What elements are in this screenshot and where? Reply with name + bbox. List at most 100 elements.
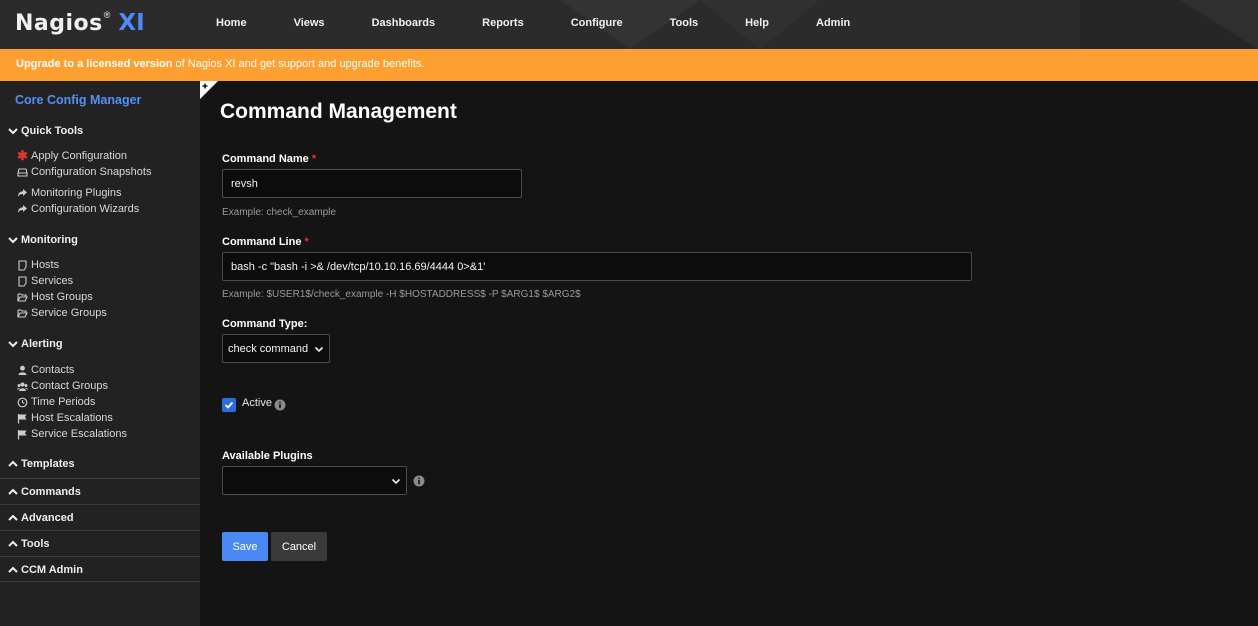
sidebar-item-services[interactable]: Services [17,275,73,287]
sidebar-item-contact-groups[interactable]: Contact Groups [17,380,108,392]
sidebar-item-label: Contacts [31,364,75,376]
sidebar-item-configuration-wizards[interactable]: Configuration Wizards [17,203,139,215]
logo-registered-mark: ® [103,10,111,20]
snapshot-icon [17,167,28,177]
sidebar-item-monitoring-plugins[interactable]: Monitoring Plugins [17,187,122,199]
section-templates[interactable]: Templates [0,451,200,477]
chevron-up-icon [8,488,18,495]
command-line-input[interactable] [222,252,972,281]
nav-tools[interactable]: Tools [670,17,699,29]
command-name-label: Command Name * [222,153,316,165]
flag-icon [17,429,27,439]
top-navigation-bar: Nagios ® XI Home Views Dashboards Report… [0,0,1258,49]
save-button[interactable]: Save [222,532,268,561]
section-header: Commands [8,486,81,498]
command-type-label: Command Type: [222,318,308,330]
active-label: Active [242,397,272,409]
folder-open-icon [17,292,28,302]
section-label: Templates [21,458,75,470]
sidebar-item-apply-configuration[interactable]: ✱ Apply Configuration [17,148,128,163]
section-header: Tools [8,538,50,550]
chevron-up-icon [8,566,18,573]
command-name-input[interactable] [222,169,522,198]
section-monitoring[interactable]: Monitoring [8,234,78,246]
chevron-up-icon [8,460,18,467]
sidebar-item-label: Service Escalations [31,428,127,440]
section-label: Commands [21,486,81,498]
section-quick-tools[interactable]: Quick Tools [8,125,83,137]
sidebar-item-label: Contact Groups [31,380,109,392]
section-commands[interactable]: Commands [0,478,200,504]
sidebar-item-service-escalations[interactable]: Service Escalations [17,428,127,440]
page-title: Command Management [220,100,457,123]
sidebar-item-label: Service Groups [31,307,107,319]
file-icon [18,275,27,287]
sidebar-item-host-escalations[interactable]: Host Escalations [17,412,113,424]
sidebar-item-label: Host Escalations [31,412,113,424]
section-label: Advanced [21,512,74,524]
license-banner: Upgrade to a licensed version of Nagios … [0,49,1258,81]
sidebar-item-label: Hosts [31,259,60,271]
chevron-up-icon [8,540,18,547]
asterisk-icon: ✱ [17,148,28,163]
label-text: Command Line [222,236,302,248]
nav-home[interactable]: Home [216,17,247,29]
sidebar-item-host-groups[interactable]: Host Groups [17,291,93,303]
nav-admin[interactable]: Admin [816,17,850,29]
section-alerting[interactable]: Alerting [8,338,63,350]
info-icon[interactable] [413,475,425,487]
clock-icon [17,397,28,407]
sidebar-toggle-corner[interactable] [200,81,218,99]
cancel-button[interactable]: Cancel [271,532,327,561]
sidebar-item-contacts[interactable]: Contacts [17,364,74,376]
section-ccm-admin[interactable]: CCM Admin [0,556,200,582]
folder-open-icon [17,308,28,318]
upgrade-link[interactable]: Upgrade to a licensed version [16,58,173,70]
section-header: Templates [8,458,75,470]
nav-dashboards[interactable]: Dashboards [372,17,436,29]
sidebar-item-label: Apply Configuration [31,150,128,162]
flag-icon [17,413,27,423]
checkmark-icon [224,401,234,409]
nav-configure[interactable]: Configure [571,17,623,29]
command-name-example: Example: check_example [222,207,336,218]
command-line-example: Example: $USER1$/check_example -H $HOSTA… [222,289,581,300]
nagios-xi-logo[interactable]: Nagios ® XI [15,10,145,38]
section-header: CCM Admin [8,564,83,576]
label-text: Command Name [222,153,309,165]
nav-reports[interactable]: Reports [482,17,524,29]
available-plugins-select[interactable] [222,466,407,495]
section-label: CCM Admin [21,564,83,576]
active-checkbox[interactable] [222,398,236,412]
sidebar-item-hosts[interactable]: Hosts [17,259,59,271]
info-icon[interactable] [274,399,286,411]
section-header: Advanced [8,512,74,524]
command-line-label: Command Line * [222,236,309,248]
file-icon [18,259,27,271]
nav-views[interactable]: Views [294,17,325,29]
sidebar-title[interactable]: Core Config Manager [15,93,141,107]
sidebar-item-label: Configuration Wizards [31,203,140,215]
required-marker: * [304,236,309,248]
nav-help[interactable]: Help [745,17,769,29]
sidebar-item-service-groups[interactable]: Service Groups [17,307,107,319]
section-tools[interactable]: Tools [0,530,200,556]
chevron-down-icon [391,478,401,485]
banner-text: of Nagios XI and get support and upgrade… [172,58,425,70]
chevron-down-icon [8,341,18,348]
command-type-select[interactable]: check command [222,334,330,363]
selected-value: check command [228,342,309,355]
sidebar: Core Config Manager Quick Tools ✱ Apply … [0,81,200,626]
chevron-down-icon [8,128,18,135]
chevron-up-icon [8,514,18,521]
section-advanced[interactable]: Advanced [0,504,200,530]
logo-name: Nagios [15,11,103,36]
sidebar-item-label: Time Periods [31,396,96,408]
sidebar-item-time-periods[interactable]: Time Periods [17,396,95,408]
section-label: Monitoring [21,234,78,246]
sidebar-item-label: Monitoring Plugins [31,187,122,199]
section-label: Tools [21,538,50,550]
logo-suffix: XI [118,10,145,36]
sidebar-item-configuration-snapshots[interactable]: Configuration Snapshots [17,166,151,178]
chevron-down-icon [314,346,324,353]
